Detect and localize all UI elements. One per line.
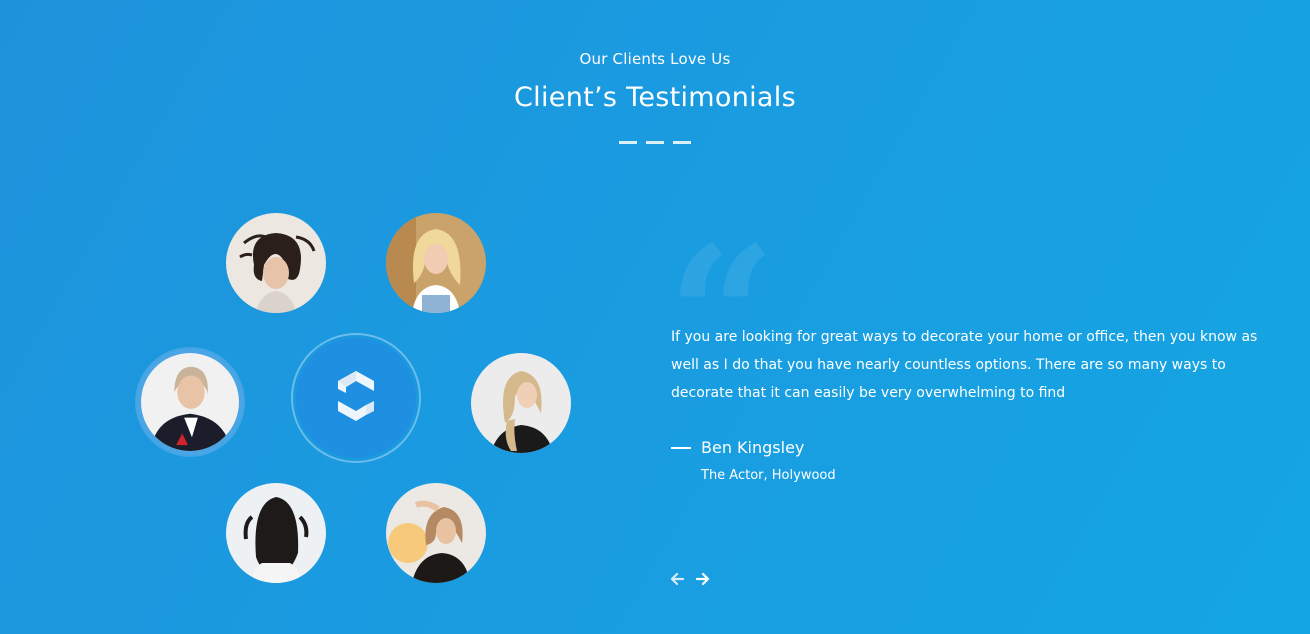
client-avatar-4[interactable]: [471, 353, 571, 453]
client-avatar-1[interactable]: [226, 213, 326, 313]
arrow-right-icon: [696, 572, 710, 586]
divider-dash: [619, 141, 637, 144]
client-photo: [226, 213, 326, 313]
next-button[interactable]: [695, 570, 711, 588]
arrow-left-icon: [670, 572, 684, 586]
client-avatar-6[interactable]: [386, 483, 486, 583]
client-photo: [386, 213, 486, 313]
brand-logo-circle: [291, 333, 421, 463]
brand-logo-icon: [296, 338, 416, 458]
client-photo: [471, 353, 571, 453]
slider-controls: [669, 570, 711, 588]
client-avatar-5[interactable]: [226, 483, 326, 583]
section-eyebrow: Our Clients Love Us: [579, 50, 731, 68]
client-photo: [141, 353, 239, 451]
author-dash: [671, 446, 691, 449]
prev-button[interactable]: [669, 570, 685, 588]
divider-dash: [673, 141, 691, 144]
client-avatar-2[interactable]: [386, 213, 486, 313]
divider-dash: [646, 141, 664, 144]
title-divider: [619, 141, 691, 144]
author-row: Ben Kingsley: [671, 438, 804, 457]
author-name: Ben Kingsley: [701, 438, 805, 457]
client-photo: [386, 483, 486, 583]
brand-logo-glyph: [338, 371, 374, 421]
testimonials-section: Our Clients Love Us Client’s Testimonial…: [0, 0, 1310, 634]
client-photo: [226, 483, 326, 583]
section-title: Client’s Testimonials: [514, 82, 796, 113]
testimonial-quote: If you are looking for great ways to dec…: [671, 329, 1258, 401]
author-role: The Actor, Holywood: [701, 468, 836, 483]
client-avatar-3[interactable]: [136, 348, 244, 456]
